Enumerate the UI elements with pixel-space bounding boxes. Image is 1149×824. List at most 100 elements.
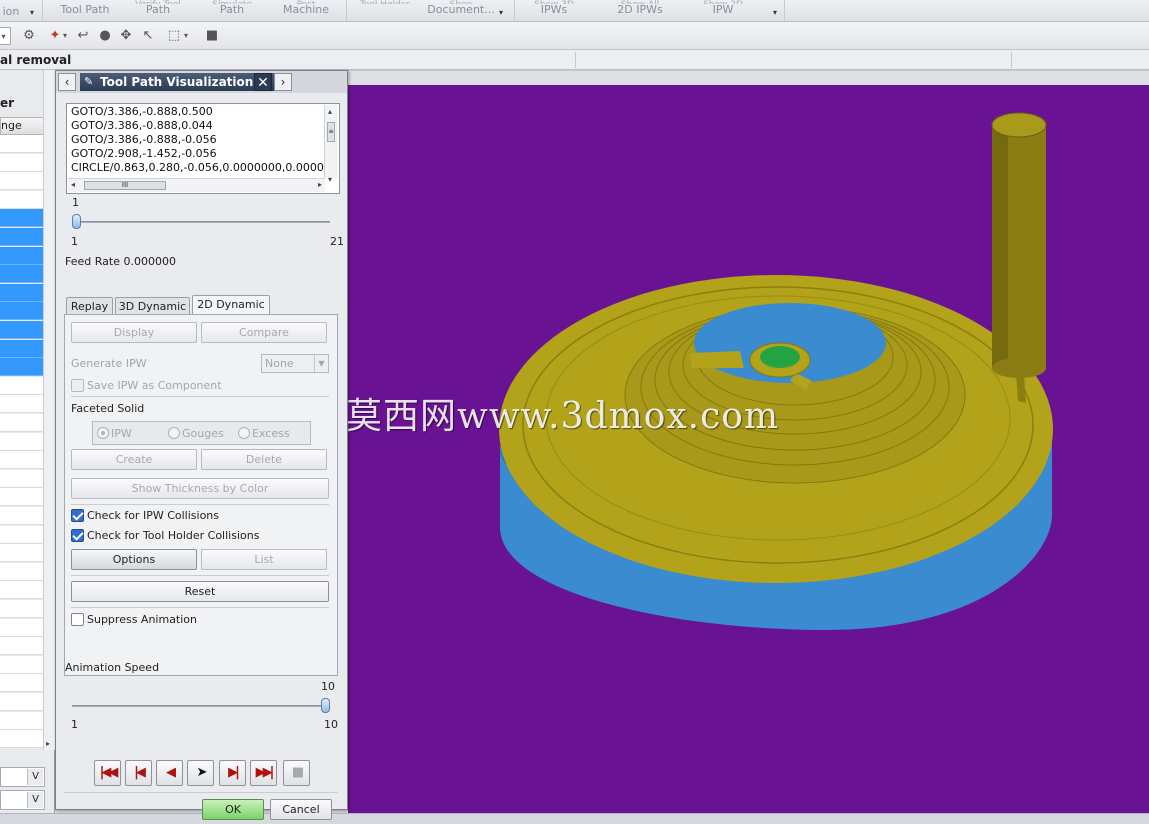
show-thickness-button[interactable]: Show Thickness by Color <box>71 478 329 499</box>
navigator-column-header[interactable]: nge <box>0 117 45 135</box>
chevron-down-icon[interactable]: ▾ <box>60 27 70 45</box>
chevron-down-icon[interactable]: ▾ <box>328 175 332 184</box>
table-row[interactable] <box>0 358 43 377</box>
chevron-down-icon[interactable]: ▾ <box>773 8 777 17</box>
radio-gouges[interactable] <box>168 427 180 439</box>
table-row[interactable] <box>0 711 43 730</box>
table-row[interactable] <box>0 637 43 656</box>
display-button[interactable]: Display <box>71 322 197 343</box>
horizontal-scrollbar[interactable]: ◂ III ▸ <box>68 178 325 192</box>
play-forward-icon[interactable]: ➤ <box>187 760 214 786</box>
ribbon-item-tool-holder[interactable]: Tool Holder <box>350 0 420 21</box>
object-icon[interactable]: ● <box>96 27 114 45</box>
table-row[interactable] <box>0 283 43 302</box>
chevron-down-icon[interactable]: V <box>27 792 43 808</box>
table-row[interactable] <box>0 618 43 637</box>
navigator-combo-1[interactable]: V <box>0 767 45 787</box>
fast-forward-to-end-icon[interactable]: ▶▶| <box>250 760 277 786</box>
ribbon-item-show-3d-ipws[interactable]: Show 3DIPWs <box>528 0 580 21</box>
suppress-animation-checkbox[interactable] <box>71 613 84 626</box>
radio-excess[interactable] <box>238 427 250 439</box>
table-row[interactable] <box>0 600 43 618</box>
table-row[interactable] <box>0 153 43 172</box>
undo-icon[interactable]: ↩ <box>74 27 92 45</box>
chevron-right-icon[interactable]: ▸ <box>46 739 50 748</box>
table-row[interactable] <box>0 507 43 525</box>
scroll-thumb[interactable]: III <box>84 181 166 190</box>
ribbon-item-verify-path[interactable]: Verify ToolPath <box>124 0 192 21</box>
table-row[interactable] <box>0 469 43 488</box>
delete-button[interactable]: Delete <box>201 449 327 470</box>
close-button[interactable]: ✕ <box>254 73 272 91</box>
play-reverse-icon[interactable]: ◀ <box>156 760 183 786</box>
table-row[interactable] <box>0 693 43 711</box>
snap-icon[interactable]: ⚙ <box>20 27 38 45</box>
table-row[interactable] <box>0 525 43 544</box>
table-row[interactable] <box>0 730 43 749</box>
navigator-combo-2[interactable]: V <box>0 790 45 810</box>
table-row[interactable] <box>0 302 43 321</box>
tool-path-listing[interactable]: GOTO/3.386,-0.888,0.500 GOTO/3.386,-0.88… <box>66 103 340 194</box>
table-row[interactable] <box>0 451 43 470</box>
table-row[interactable] <box>0 339 43 358</box>
chevron-right-icon[interactable]: › <box>274 73 292 91</box>
chevron-up-icon[interactable]: ▴ <box>328 107 332 116</box>
table-row[interactable] <box>0 172 43 191</box>
pin-icon[interactable]: ✎ <box>84 73 93 91</box>
table-row[interactable] <box>0 432 43 451</box>
chevron-down-icon[interactable]: ▾ <box>30 8 34 17</box>
table-row[interactable] <box>0 265 43 284</box>
table-row[interactable] <box>0 562 43 581</box>
code-line[interactable]: GOTO/2.908,-1.452,-0.056 <box>71 147 217 161</box>
table-row[interactable] <box>0 581 43 600</box>
table-row[interactable] <box>0 488 43 507</box>
transform-icon[interactable]: ✥ <box>117 27 135 45</box>
ribbon-item-shop-document[interactable]: ShopDocument... <box>424 0 498 21</box>
ribbon-item-show-all-2d-ipws[interactable]: Show All2D IPWs <box>608 0 672 21</box>
stop-icon[interactable]: ■ <box>283 760 310 786</box>
motion-slider-track[interactable] <box>72 221 330 223</box>
chevron-down-icon[interactable]: ▼ <box>314 355 328 372</box>
table-row[interactable] <box>0 246 43 265</box>
chevron-left-icon[interactable]: ‹ <box>58 73 76 91</box>
table-row[interactable] <box>0 190 43 209</box>
chevron-down-icon[interactable]: ▾ <box>499 8 503 17</box>
chevron-down-icon[interactable]: V <box>27 769 43 785</box>
vertical-scrollbar[interactable]: ≡ ▴ ▾ <box>324 105 338 184</box>
check-holder-collisions-checkbox[interactable] <box>71 529 84 542</box>
ribbon-item-show-2d-ipw[interactable]: Show 2DIPW <box>700 0 746 21</box>
animation-speed-track[interactable] <box>72 705 330 707</box>
chevron-down-icon[interactable]: ▾ <box>181 27 191 45</box>
table-row[interactable] <box>0 228 43 246</box>
rewind-to-start-icon[interactable]: |◀◀ <box>94 760 121 786</box>
ribbon-item-machine[interactable]: PostMachine <box>272 0 340 21</box>
chevron-down-icon[interactable]: ▾ <box>0 27 11 45</box>
navigator-scrollbar[interactable]: ▸ <box>43 70 55 750</box>
graphics-viewport[interactable] <box>348 85 1149 813</box>
tab-2d-dynamic[interactable]: 2D Dynamic <box>192 295 270 316</box>
code-line[interactable]: GOTO/3.386,-0.888,0.044 <box>71 119 213 133</box>
table-row[interactable] <box>0 395 43 414</box>
radio-ipw[interactable] <box>97 427 109 439</box>
step-forward-icon[interactable]: ▶| <box>219 760 246 786</box>
ok-button[interactable]: OK <box>202 799 264 820</box>
table-row[interactable] <box>0 321 43 339</box>
chevron-right-icon[interactable]: ▸ <box>318 180 322 189</box>
code-line[interactable]: GOTO/3.386,-0.888,-0.056 <box>71 133 217 147</box>
generate-ipw-select[interactable]: None ▼ <box>261 354 329 373</box>
table-row[interactable] <box>0 655 43 674</box>
table-row[interactable] <box>0 544 43 563</box>
table-row[interactable] <box>0 209 43 228</box>
step-back-icon[interactable]: |◀ <box>125 760 152 786</box>
table-row[interactable] <box>0 414 43 432</box>
ribbon-item-tool-path[interactable]: Tool Path <box>54 0 116 21</box>
chevron-left-icon[interactable]: ◂ <box>71 180 75 189</box>
code-line[interactable]: GOTO/3.386,-0.888,0.500 <box>71 105 213 119</box>
reset-button[interactable]: Reset <box>71 581 329 602</box>
ribbon-item-simulate-path[interactable]: SimulatePath <box>200 0 264 21</box>
animation-speed-thumb[interactable] <box>321 698 330 713</box>
point-icon[interactable]: ↖ <box>139 27 157 45</box>
create-button[interactable]: Create <box>71 449 197 470</box>
cube-icon[interactable]: ■ <box>203 27 221 45</box>
list-button[interactable]: List <box>201 549 327 570</box>
